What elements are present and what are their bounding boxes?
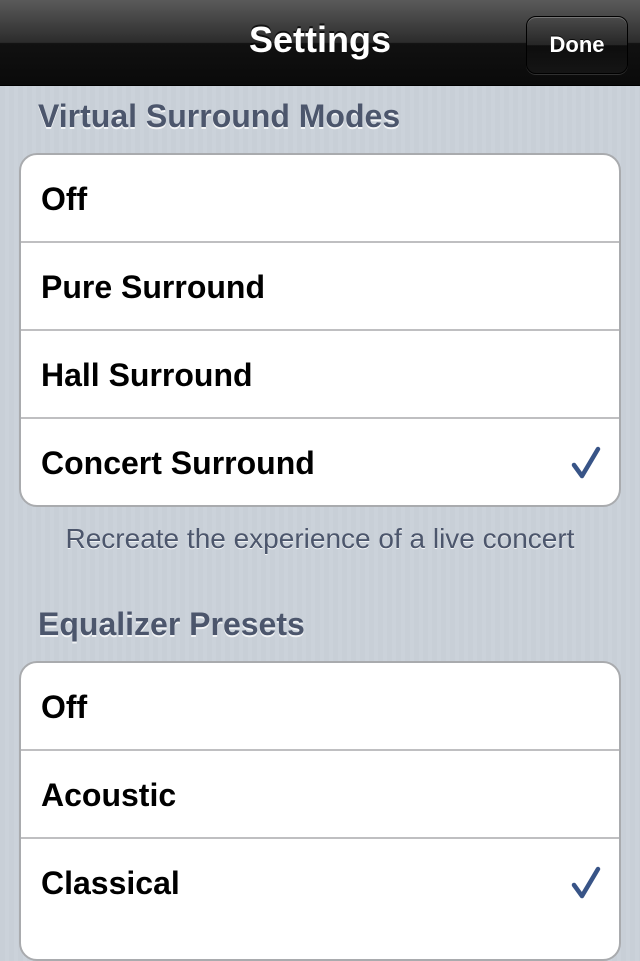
option-label: Acoustic (41, 777, 177, 813)
checkmark-icon (571, 866, 601, 899)
equalizer-presets-list: Off Acoustic Classical (19, 661, 621, 961)
option-label: Hall Surround (41, 357, 253, 393)
option-label: Pure Surround (41, 269, 266, 305)
surround-option-pure[interactable]: Pure Surround (21, 243, 619, 331)
section-header-surround: Virtual Surround Modes (38, 98, 401, 134)
navigation-bar: Settings Done (0, 0, 640, 86)
done-button[interactable]: Done (526, 16, 628, 74)
option-label: Off (41, 181, 88, 217)
surround-option-concert[interactable]: Concert Surround (21, 419, 619, 505)
surround-option-hall[interactable]: Hall Surround (21, 331, 619, 419)
checkmark-icon (571, 446, 601, 479)
equalizer-option-acoustic[interactable]: Acoustic (21, 751, 619, 839)
equalizer-option-classical[interactable]: Classical (21, 839, 619, 927)
section-header-equalizer: Equalizer Presets (38, 606, 305, 642)
option-label: Off (41, 689, 88, 725)
surround-footer-description: Recreate the experience of a live concer… (65, 523, 575, 554)
surround-option-off[interactable]: Off (21, 155, 619, 243)
equalizer-option-off[interactable]: Off (21, 663, 619, 751)
surround-modes-list: Off Pure Surround Hall Surround Concert … (19, 153, 621, 507)
option-label: Classical (41, 865, 180, 901)
option-label: Concert Surround (41, 445, 315, 481)
